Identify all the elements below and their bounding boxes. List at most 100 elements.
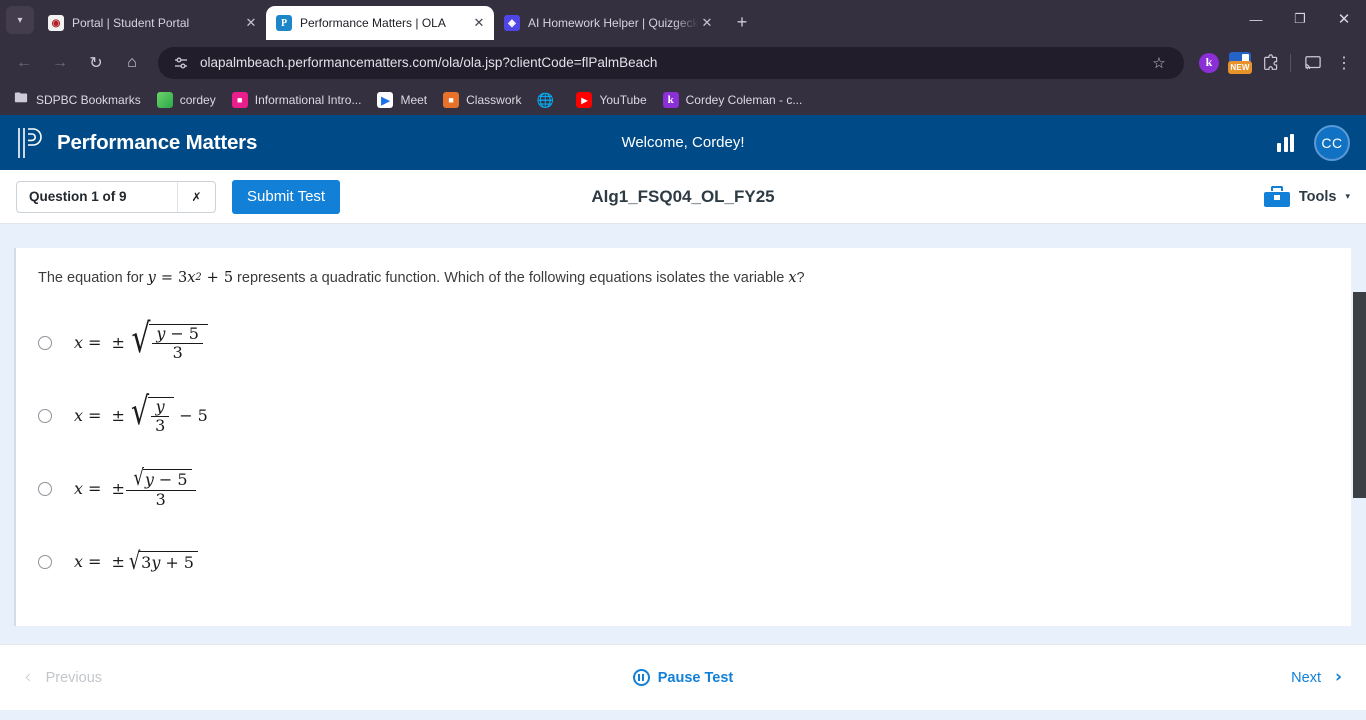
browser-tab-portal[interactable]: ◉ Portal | Student Portal ✕ xyxy=(38,6,266,40)
new-extension-icon[interactable]: NEW xyxy=(1226,49,1254,77)
content-scrollbar[interactable] xyxy=(1353,248,1366,644)
new-tab-button[interactable]: + xyxy=(728,8,756,36)
youtube-icon: ▶ xyxy=(576,92,593,108)
bookmark-cordey-coleman[interactable]: k Cordey Coleman - c... xyxy=(656,89,810,111)
bookmark-informational-intro[interactable]: ■ Informational Intro... xyxy=(225,89,369,111)
bookmark-label: cordey xyxy=(179,93,216,107)
pm-logo-mark xyxy=(16,126,46,160)
browser-tab-quizgecko[interactable]: ◈ AI Homework Helper | Quizgeck ✕ xyxy=(494,6,722,40)
minimize-button[interactable]: — xyxy=(1234,2,1278,36)
tab-search-button[interactable]: ▾ xyxy=(6,6,34,34)
bookmarks-bar: 🖿 SDPBC Bookmarks cordey ■ Informational… xyxy=(0,85,1366,115)
globe-icon: 🌐 xyxy=(536,91,555,108)
tools-menu[interactable]: Tools ▾ xyxy=(1263,186,1350,207)
url-text: olapalmbeach.performancematters.com/ola/… xyxy=(200,55,658,70)
bookmark-meet[interactable]: ▶ Meet xyxy=(370,89,434,111)
slides-icon: ■ xyxy=(231,92,248,108)
maximize-button[interactable]: ❐ xyxy=(1278,2,1322,36)
toolbox-icon xyxy=(1263,186,1290,207)
submit-test-button[interactable]: Submit Test xyxy=(232,179,341,214)
choice-b-expression: x = ± √ y 3 −5 xyxy=(74,388,208,436)
navigation-footer: ‹ Previous Pause Test Next › xyxy=(0,644,1366,710)
forward-icon[interactable]: → xyxy=(44,47,76,79)
bookmark-label: YouTube xyxy=(599,93,647,107)
choice-c-expression: x = ± √ y −5 3 xyxy=(74,468,197,509)
bookmark-label: Meet xyxy=(400,93,428,107)
bookmark-label: Informational Intro... xyxy=(254,93,362,107)
pause-label: Pause Test xyxy=(657,669,734,686)
tab-strip: ▾ ◉ Portal | Student Portal ✕ P Performa… xyxy=(0,0,1366,40)
meet-icon: ▶ xyxy=(377,92,394,108)
cordey-icon xyxy=(156,92,173,108)
reload-icon[interactable]: ↻ xyxy=(80,47,112,79)
choice-d-expression: x = ± √ 3 y +5 xyxy=(74,549,198,573)
star-icon[interactable]: ☆ xyxy=(1148,52,1170,74)
chrome-menu-icon[interactable]: ⋮ xyxy=(1330,49,1358,77)
tab-close-icon[interactable]: ✕ xyxy=(698,14,716,32)
bookmark-cordey[interactable]: cordey xyxy=(150,89,223,111)
tab-title: AI Homework Helper | Quizgeck xyxy=(528,16,698,30)
answer-choice-b[interactable]: x = ± √ y 3 −5 xyxy=(38,379,1351,452)
performance-matters-logo[interactable]: Performance Matters xyxy=(16,126,257,160)
close-window-button[interactable]: ✕ xyxy=(1322,2,1366,36)
back-icon[interactable]: ← xyxy=(8,47,40,79)
radio-button-b[interactable] xyxy=(38,408,52,423)
caret-down-icon: ▾ xyxy=(1345,191,1350,201)
bookmark-label: Cordey Coleman - c... xyxy=(685,93,803,107)
pause-circle-icon xyxy=(632,669,650,686)
tools-label: Tools xyxy=(1298,188,1337,205)
tune-icon[interactable] xyxy=(172,54,190,72)
scrollbar-thumb[interactable] xyxy=(1353,292,1366,498)
browser-toolbar: ← → ↻ ⌂ olapalmbeach.performancematters.… xyxy=(0,40,1366,85)
prompt-text-after: ? xyxy=(796,270,805,286)
content-area: The equation for y = 3 x 2 +5 represents a qu… xyxy=(0,224,1366,644)
folder-icon: 🖿 xyxy=(14,90,28,105)
answer-choice-a[interactable]: x = ± √ y −5 3 xyxy=(38,306,1351,379)
classwork-icon: ■ xyxy=(443,92,460,108)
chevron-down-icon[interactable]: ✗ xyxy=(177,181,215,212)
pause-test-button[interactable]: Pause Test xyxy=(0,669,1366,686)
tab-title: Portal | Student Portal xyxy=(72,16,190,30)
app-header: Performance Matters Welcome, Cordey! CC xyxy=(0,115,1366,170)
radio-button-d[interactable] xyxy=(38,554,52,569)
question-selector-label: Question 1 of 9 xyxy=(29,189,127,204)
address-bar[interactable]: olapalmbeach.performancematters.com/ola/… xyxy=(158,46,1184,79)
radio-button-c[interactable] xyxy=(38,481,52,496)
quizgecko-icon: ◈ xyxy=(504,15,520,31)
avatar[interactable]: CC xyxy=(1314,124,1350,161)
radio-button-a[interactable] xyxy=(38,335,52,350)
bookmark-label: SDPBC Bookmarks xyxy=(36,93,141,107)
prompt-equation: y = 3 x 2 +5 xyxy=(147,270,234,286)
prompt-variable: x xyxy=(788,270,797,286)
tab-close-icon[interactable]: ✕ xyxy=(242,14,260,32)
question-selector-dropdown[interactable]: Question 1 of 9 ✗ xyxy=(16,180,216,213)
browser-tab-performance-matters[interactable]: P Performance Matters | OLA ✕ xyxy=(266,6,494,40)
extensions-puzzle-icon[interactable] xyxy=(1257,49,1285,77)
home-icon[interactable]: ⌂ xyxy=(116,47,148,79)
bookmark-sdpbc[interactable]: 🖿 SDPBC Bookmarks xyxy=(6,89,148,111)
bookmark-globe[interactable]: 🌐 xyxy=(530,89,567,111)
bookmark-youtube[interactable]: ▶ YouTube xyxy=(569,89,653,111)
portal-icon: ◉ xyxy=(48,15,64,31)
tab-close-icon[interactable]: ✕ xyxy=(470,14,488,32)
question-prompt: The equation for y = 3 x 2 +5 represents a qu… xyxy=(16,248,1351,288)
toolbar-divider xyxy=(1290,53,1291,72)
choice-a-expression: x = ± √ y −5 3 xyxy=(74,319,208,363)
answer-choices: x = ± √ y −5 3 x = ± √ y 3 − 5 x = ± √ y… xyxy=(16,288,1351,598)
performance-matters-icon: P xyxy=(276,15,292,31)
bookmark-classwork[interactable]: ■ Classwork xyxy=(436,89,528,111)
brand-text: Performance Matters xyxy=(57,130,258,154)
kami-extension-icon[interactable]: k xyxy=(1195,49,1223,77)
bar-chart-icon[interactable] xyxy=(1277,133,1294,152)
kami-icon: k xyxy=(662,92,679,108)
cast-icon[interactable] xyxy=(1299,49,1327,77)
browser-chrome: ▾ ◉ Portal | Student Portal ✕ P Performa… xyxy=(0,0,1366,115)
prompt-text-middle: represents a quadratic function. Which o… xyxy=(237,270,785,286)
tab-title: Performance Matters | OLA xyxy=(300,16,446,30)
bookmark-label: Classwork xyxy=(466,93,522,107)
answer-choice-c[interactable]: x = ± √ y −5 3 xyxy=(38,452,1351,525)
question-card: The equation for y = 3 x 2 +5 represents a qu… xyxy=(14,248,1352,626)
answer-choice-d[interactable]: x = ± √ 3 y +5 xyxy=(38,525,1351,598)
chevron-down-icon: ▾ xyxy=(17,14,23,26)
test-toolbar: Question 1 of 9 ✗ Submit Test Alg1_FSQ04… xyxy=(0,170,1366,224)
